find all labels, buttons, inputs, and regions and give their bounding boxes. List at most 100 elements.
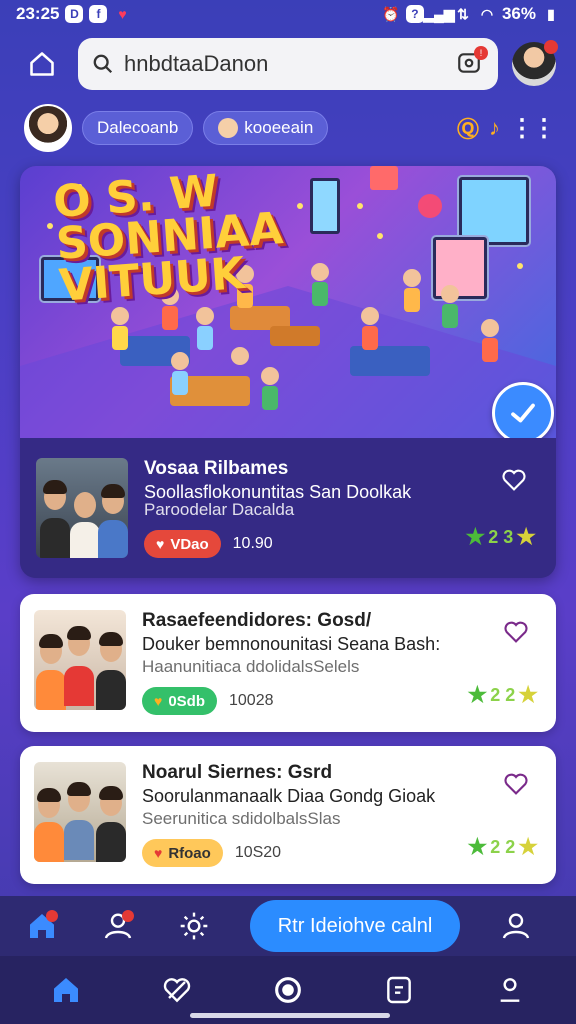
item-subtitle-2: Haanunitiaca ddolidalsSelels: [142, 657, 360, 676]
status-bar: 23:25 D f ♥ ⏰ ? ▂▄▆ ⇅ ◠ 36% ▮: [0, 0, 576, 28]
search-input[interactable]: hnbdtaaDanon: [124, 51, 446, 77]
home-button[interactable]: [20, 42, 64, 86]
featured-subtitle-2: Paroodelar Dacalda: [144, 500, 295, 519]
profile-avatar[interactable]: [512, 40, 558, 86]
heart-icon: ♥: [154, 693, 163, 709]
search-bar[interactable]: hnbdtaaDanon !: [78, 38, 498, 90]
app-notification-icon: D: [65, 5, 84, 23]
item-rating: ★ 2 2 ★: [467, 682, 539, 707]
check-icon: [511, 403, 535, 423]
heart-icon: ♥: [156, 536, 165, 552]
item-thumbnail: [34, 610, 126, 710]
alarm-icon: ⏰: [382, 5, 400, 22]
gear-icon: [180, 912, 208, 940]
battery-icon: ▮: [547, 5, 555, 22]
chip-2-label: kooeeain: [244, 118, 314, 137]
home-indicator: [190, 1013, 390, 1018]
featured-title: Vosaa Rilbames: [144, 458, 289, 479]
bottom-navigation: [0, 956, 576, 1024]
nav-profile-button[interactable]: [98, 906, 138, 946]
user-icon: [501, 978, 520, 1002]
nav-home-button[interactable]: [22, 906, 62, 946]
item-tag-pill[interactable]: ♥ 0Sdb: [142, 687, 217, 715]
star-icon: ★: [465, 524, 486, 549]
item-subtitle-2: Seerunitica sdidolbalsSlas: [142, 809, 341, 828]
item-subtitle: Douker bemnonounitasi Seana Bash:: [142, 634, 441, 654]
item-tag-pill[interactable]: ♥ Rfoao: [142, 839, 223, 867]
user-icon: [502, 913, 530, 939]
chip-2[interactable]: kooeeain: [203, 111, 329, 145]
bottom-nav-search[interactable]: [268, 970, 308, 1010]
featured-subtitle: Soollasflokonuntitas San Doolkak: [144, 482, 412, 498]
bottom-nav-favorites[interactable]: [157, 970, 197, 1010]
notification-badge: !: [474, 46, 488, 60]
action-bar: Rtr Ideiohve calnl: [0, 896, 576, 956]
featured-rating: ★ 2 3 ★: [465, 524, 537, 549]
chip-avatar-icon: [218, 118, 239, 138]
star-icon: ★: [467, 682, 488, 707]
notification-button[interactable]: !: [456, 46, 488, 78]
wifi-icon: ◠: [480, 5, 494, 22]
wifi-call-icon: ⇅: [457, 5, 469, 22]
bottom-nav-profile[interactable]: [490, 970, 530, 1010]
banner-title: O S. W SONNIAA VITUUK: [51, 166, 285, 312]
search-icon: [93, 54, 113, 74]
bottom-nav-home[interactable]: [46, 970, 86, 1010]
chip-1-label: Dalecoanb: [97, 118, 179, 137]
top-bar: hnbdtaaDanon !: [0, 36, 576, 92]
item-text: Noarul Siernes: Gsrd Soorulanmanaalk Dia…: [142, 762, 542, 868]
search-icon: [275, 977, 301, 1003]
list-item[interactable]: Rasaefeendidores: Gosd/ Douker bemnonoun…: [20, 594, 556, 732]
star-icon: ★: [516, 524, 536, 549]
featured-item-info: Vosaa Rilbames Soollasflokonuntitas San …: [20, 438, 556, 578]
item-count: 10028: [229, 692, 274, 709]
heart-notification-icon: ♥: [118, 6, 127, 22]
user-avatar[interactable]: [24, 104, 72, 152]
heart-icon: ♥: [154, 845, 163, 861]
bottom-nav-messages[interactable]: [379, 970, 419, 1010]
home-icon: [30, 52, 54, 76]
item-count: 10S20: [234, 844, 282, 861]
nav-settings-button[interactable]: [174, 906, 214, 946]
star-icon: ★: [518, 682, 538, 707]
check-button[interactable]: [492, 382, 554, 444]
item-rating: ★ 2 2 ★: [467, 834, 539, 859]
chip-row: Dalecoanb kooeeain Ⓠ ♪ ⋮⋮: [24, 104, 556, 152]
home-icon: [53, 978, 78, 1002]
item-thumbnail: [34, 762, 126, 862]
star-icon: ★: [467, 834, 488, 859]
status-right: ⏰ ? ▂▄▆ ⇅ ◠ 36% ▮: [382, 4, 560, 24]
chip-1[interactable]: Dalecoanb: [82, 111, 194, 145]
primary-action-button[interactable]: Rtr Ideiohve calnl: [250, 900, 460, 952]
like-heart-icon[interactable]: [498, 466, 530, 494]
nav-account-button[interactable]: [496, 906, 536, 946]
status-time: 23:25: [16, 4, 60, 23]
list-item[interactable]: Noarul Siernes: Gsrd Soorulanmanaalk Dia…: [20, 746, 556, 884]
heart-broken-icon: [163, 978, 190, 1003]
featured-tag-pill[interactable]: ♥ VDao: [144, 530, 221, 558]
star-icon: ★: [518, 834, 538, 859]
item-title: Noarul Siernes: Gsrd: [142, 762, 333, 783]
profile-notification-dot: [122, 910, 134, 922]
message-icon: [387, 976, 412, 1004]
home-notification-dot: [46, 910, 58, 922]
item-subtitle: Soorulanmanaalk Diaa Gondg Gioak: [142, 786, 436, 806]
featured-thumbnail: [36, 458, 128, 558]
app-badge-icon: ?: [405, 5, 424, 23]
featured-card[interactable]: O S. W SONNIAA VITUUK Vosaa Rilbames Soo…: [20, 166, 556, 578]
status-left: 23:25 D f ♥: [16, 4, 131, 24]
profile-notification-dot: [544, 40, 558, 54]
like-heart-icon[interactable]: [500, 618, 532, 646]
featured-text: Vosaa Rilbames Soollasflokonuntitas San …: [144, 458, 540, 558]
signal-icon: ▂▄▆: [423, 5, 455, 22]
like-heart-icon[interactable]: [500, 770, 532, 798]
battery-level: 36%: [501, 4, 536, 23]
gold-badge-icon[interactable]: Ⓠ: [457, 112, 479, 144]
item-title: Rasaefeendidores: Gosd/: [142, 610, 372, 631]
featured-banner-image: O S. W SONNIAA VITUUK: [20, 166, 556, 438]
facebook-notification-icon: f: [89, 5, 108, 23]
item-text: Rasaefeendidores: Gosd/ Douker bemnonoun…: [142, 610, 542, 716]
more-options-icon[interactable]: ⋮⋮: [510, 114, 556, 143]
music-note-icon[interactable]: ♪: [489, 115, 500, 141]
featured-count: 10.90: [232, 535, 273, 552]
